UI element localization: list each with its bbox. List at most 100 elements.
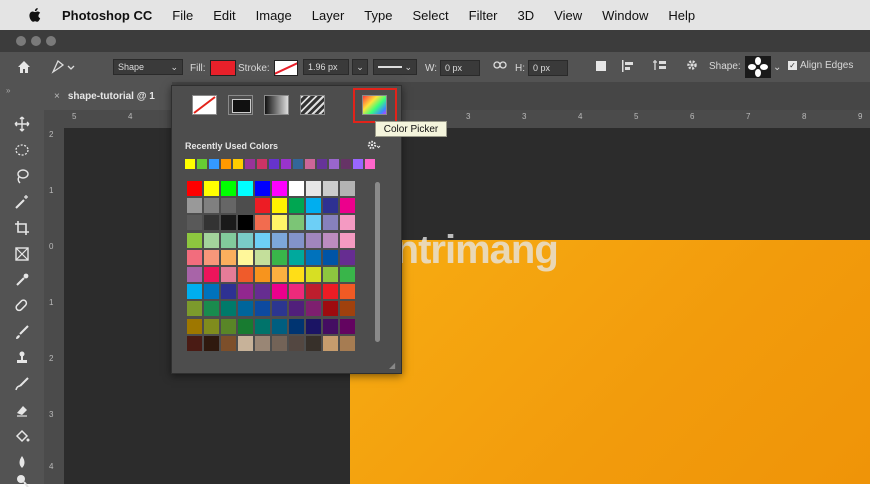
no-color-button[interactable]	[192, 95, 217, 115]
color-swatch[interactable]	[187, 215, 202, 231]
color-swatch[interactable]	[340, 267, 355, 282]
color-swatch[interactable]	[221, 215, 236, 231]
color-swatch[interactable]	[340, 301, 355, 317]
color-swatch[interactable]	[187, 318, 202, 334]
color-swatch[interactable]	[221, 335, 236, 351]
path-operations-icon[interactable]	[596, 61, 606, 71]
color-swatch[interactable]	[187, 335, 202, 351]
recent-color-swatch[interactable]	[197, 159, 207, 169]
color-swatch[interactable]	[306, 215, 321, 231]
color-swatch[interactable]	[272, 232, 287, 248]
gradient-button[interactable]	[264, 95, 289, 115]
zoom-window-button[interactable]	[46, 36, 56, 46]
color-swatch[interactable]	[340, 284, 355, 300]
close-tab-icon[interactable]: ×	[54, 91, 60, 102]
color-swatch[interactable]	[204, 335, 219, 351]
color-swatch[interactable]	[306, 267, 321, 282]
color-swatch[interactable]	[289, 198, 304, 214]
color-swatch[interactable]	[289, 232, 304, 248]
color-swatch[interactable]	[340, 249, 355, 265]
color-swatch[interactable]	[306, 301, 321, 317]
swatch-scrollbar-thumb[interactable]	[375, 182, 380, 342]
color-swatch[interactable]	[323, 318, 338, 334]
color-swatch[interactable]	[272, 249, 287, 265]
stroke-color-swatch[interactable]	[273, 60, 298, 76]
minimize-window-button[interactable]	[31, 36, 41, 46]
color-swatch[interactable]	[340, 215, 355, 231]
color-swatch[interactable]	[204, 249, 219, 265]
color-swatch[interactable]	[306, 318, 321, 334]
recent-color-swatch[interactable]	[329, 159, 339, 169]
stroke-width-dropdown[interactable]: ⌄	[352, 59, 368, 75]
pen-tool-preset-icon[interactable]	[50, 58, 78, 76]
color-swatch[interactable]	[272, 318, 287, 334]
color-swatch[interactable]	[187, 249, 202, 265]
tool-mode-select[interactable]: Shape ⌄	[113, 59, 183, 75]
recent-color-swatch[interactable]	[233, 159, 243, 169]
dodge-tool-icon[interactable]	[8, 475, 36, 487]
eyedropper-tool-icon[interactable]	[8, 270, 36, 290]
color-swatch[interactable]	[221, 301, 236, 317]
recent-color-swatch[interactable]	[209, 159, 219, 169]
recent-color-swatch[interactable]	[317, 159, 327, 169]
color-swatch[interactable]	[187, 181, 202, 196]
recent-color-swatch[interactable]	[353, 159, 363, 169]
elliptical-marquee-tool-icon[interactable]	[8, 140, 36, 160]
color-swatch[interactable]	[204, 301, 219, 317]
recent-color-swatch[interactable]	[281, 159, 291, 169]
path-alignment-icon[interactable]	[621, 59, 635, 73]
color-swatch[interactable]	[323, 181, 338, 196]
color-swatch[interactable]	[238, 232, 253, 248]
color-swatch[interactable]	[306, 181, 321, 196]
menu-window[interactable]: Window	[602, 8, 648, 23]
frame-tool-icon[interactable]	[8, 244, 36, 264]
color-swatch[interactable]	[221, 232, 236, 248]
color-swatch[interactable]	[204, 318, 219, 334]
color-swatch[interactable]	[323, 249, 338, 265]
close-window-button[interactable]	[16, 36, 26, 46]
recent-color-swatch[interactable]	[269, 159, 279, 169]
recent-color-swatch[interactable]	[257, 159, 267, 169]
color-swatch[interactable]	[306, 249, 321, 265]
color-swatch[interactable]	[255, 335, 270, 351]
magic-wand-tool-icon[interactable]	[8, 192, 36, 212]
color-swatch[interactable]	[255, 181, 270, 196]
menu-edit[interactable]: Edit	[213, 8, 235, 23]
link-dimensions-icon[interactable]	[493, 60, 507, 70]
shape-picker[interactable]: ⌄	[745, 56, 781, 78]
menu-view[interactable]: View	[554, 8, 582, 23]
color-swatch[interactable]	[289, 301, 304, 317]
color-swatch[interactable]	[238, 301, 253, 317]
color-swatch[interactable]	[221, 181, 236, 196]
color-swatch[interactable]	[204, 284, 219, 300]
blur-tool-icon[interactable]	[8, 452, 36, 472]
color-swatch[interactable]	[238, 318, 253, 334]
color-swatch[interactable]	[272, 267, 287, 282]
recent-color-swatch[interactable]	[305, 159, 315, 169]
eraser-tool-icon[interactable]	[8, 400, 36, 420]
color-swatch[interactable]	[255, 249, 270, 265]
color-swatch[interactable]	[204, 232, 219, 248]
color-swatch[interactable]	[187, 301, 202, 317]
color-swatch[interactable]	[272, 301, 287, 317]
panel-settings-gear-icon[interactable]	[367, 138, 381, 156]
color-swatch[interactable]	[272, 335, 287, 351]
recent-color-swatch[interactable]	[365, 159, 375, 169]
color-swatch[interactable]	[289, 318, 304, 334]
color-swatch[interactable]	[204, 181, 219, 196]
width-field[interactable]: 0 px	[440, 60, 481, 76]
color-swatch[interactable]	[255, 301, 270, 317]
menu-select[interactable]: Select	[412, 8, 448, 23]
color-swatch[interactable]	[238, 249, 253, 265]
color-swatch[interactable]	[204, 267, 219, 282]
color-swatch[interactable]	[238, 267, 253, 282]
align-edges-checkbox[interactable]: ✓	[788, 61, 797, 70]
color-swatch[interactable]	[255, 215, 270, 231]
color-swatch[interactable]	[221, 318, 236, 334]
pattern-button[interactable]	[300, 95, 325, 115]
recent-color-swatch[interactable]	[185, 159, 195, 169]
color-swatch[interactable]	[204, 198, 219, 214]
color-swatch[interactable]	[187, 198, 202, 214]
color-swatch[interactable]	[323, 267, 338, 282]
move-tool-icon[interactable]	[8, 114, 36, 134]
